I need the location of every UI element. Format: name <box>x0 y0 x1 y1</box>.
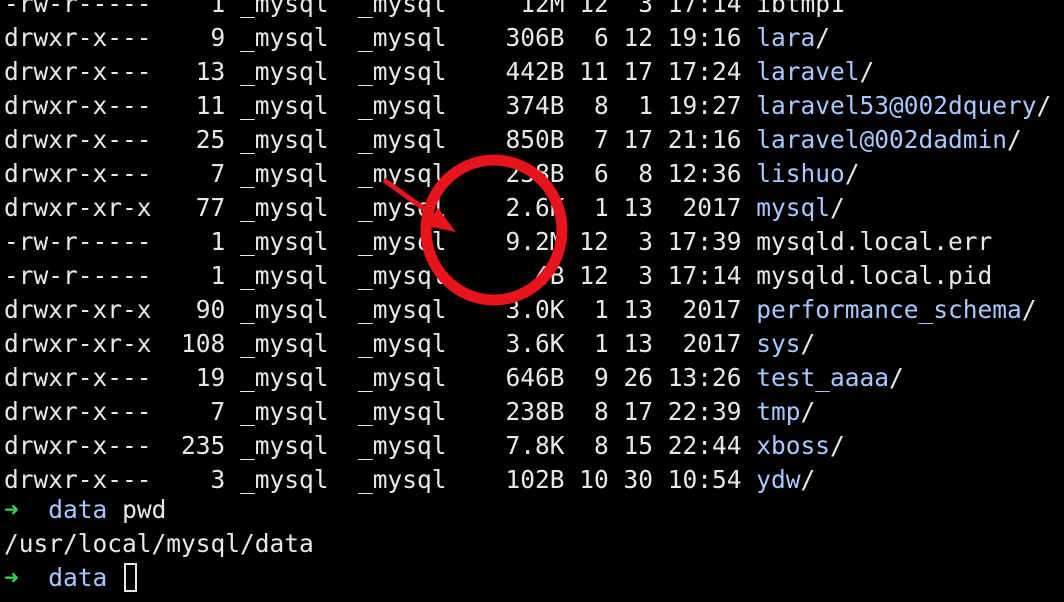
directory-name: mysql <box>756 193 831 222</box>
prompt-cwd: data <box>48 563 108 592</box>
directory-name: tmp <box>756 397 801 426</box>
dir-slash: / <box>1036 91 1052 120</box>
listing-row: drwxr-xr-x 90 _mysql _mysql 3.0K 1 13 20… <box>4 293 1037 327</box>
directory-name: laravel@002dadmin <box>756 125 1008 154</box>
directory-name: laravel53@002dquery <box>756 91 1037 120</box>
file-metadata: drwxr-xr-x 108 _mysql _mysql 3.6K 1 13 2… <box>4 329 757 358</box>
dir-slash: / <box>830 193 845 222</box>
listing-row: drwxr-xr-x 108 _mysql _mysql 3.6K 1 13 2… <box>4 327 815 361</box>
file-name: mysqld.local.err <box>756 227 993 256</box>
file-metadata: drwxr-x--- 3 _mysql _mysql 102B 10 30 10… <box>4 465 757 494</box>
listing-row: drwxr-x--- 3 _mysql _mysql 102B 10 30 10… <box>4 463 815 497</box>
file-metadata: drwxr-x--- 235 _mysql _mysql 7.8K 8 15 2… <box>4 431 757 460</box>
prompt-line-active[interactable]: ➜ data <box>4 561 138 595</box>
terminal-window[interactable]: -rw-r----- 1 _mysql _mysql 12M 12 3 17:1… <box>0 0 1064 602</box>
listing-row: drwxr-xr-x 77 _mysql _mysql 2.6K 1 13 20… <box>4 191 845 225</box>
directory-name: laravel <box>756 57 860 86</box>
dir-slash: / <box>800 397 816 426</box>
file-metadata: drwxr-xr-x 77 _mysql _mysql 2.6K 1 13 20… <box>4 193 757 222</box>
listing-row: drwxr-x--- 9 _mysql _mysql 306B 6 12 19:… <box>4 21 830 55</box>
directory-name: lara <box>756 23 816 52</box>
listing-row: drwxr-x--- 19 _mysql _mysql 646B 9 26 13… <box>4 361 904 395</box>
dir-slash: / <box>1021 295 1037 324</box>
directory-name: xboss <box>756 431 831 460</box>
listing-row: drwxr-x--- 25 _mysql _mysql 850B 7 17 21… <box>4 123 1022 157</box>
listing-row: drwxr-x--- 13 _mysql _mysql 442B 11 17 1… <box>4 55 874 89</box>
file-metadata: -rw-r----- 1 _mysql _mysql 9.2M 12 3 17:… <box>4 227 757 256</box>
file-metadata: drwxr-x--- 19 _mysql _mysql 646B 9 26 13… <box>4 363 757 392</box>
file-metadata: drwxr-x--- 11 _mysql _mysql 374B 8 1 19:… <box>4 91 757 120</box>
listing-row: -rw-r----- 1 _mysql _mysql 9.2M 12 3 17:… <box>4 225 992 259</box>
listing-row: drwxr-x--- 235 _mysql _mysql 7.8K 8 15 2… <box>4 429 845 463</box>
dir-slash: / <box>830 431 845 460</box>
directory-name: sys <box>756 329 801 358</box>
prompt-line-pwd: ➜ data pwd <box>4 493 166 527</box>
directory-name: performance_schema <box>756 295 1022 324</box>
file-name: mysqld.local.pid <box>756 261 993 290</box>
listing-row: -rw-r----- 1 _mysql _mysql 12M 12 3 17:1… <box>4 0 845 21</box>
command-text: pwd <box>122 495 167 524</box>
prompt-cwd: data <box>48 495 108 524</box>
directory-name: test_aaaa <box>756 363 890 392</box>
directory-name: lishuo <box>756 159 845 188</box>
listing-row: drwxr-x--- 7 _mysql _mysql 238B 6 8 12:3… <box>4 157 860 191</box>
listing-row: drwxr-x--- 7 _mysql _mysql 238B 8 17 22:… <box>4 395 815 429</box>
file-metadata: -rw-r----- 1 _mysql _mysql 4B 12 3 17:14 <box>4 261 757 290</box>
listing-row: drwxr-x--- 11 _mysql _mysql 374B 8 1 19:… <box>4 89 1051 123</box>
file-metadata: drwxr-x--- 7 _mysql _mysql 238B 6 8 12:3… <box>4 159 757 188</box>
command-output: /usr/local/mysql/data <box>4 529 314 558</box>
listing-row: -rw-r----- 1 _mysql _mysql 4B 12 3 17:14… <box>4 259 992 293</box>
dir-slash: / <box>800 465 816 494</box>
file-metadata: drwxr-x--- 9 _mysql _mysql 306B 6 12 19:… <box>4 23 757 52</box>
dir-slash: / <box>859 57 875 86</box>
file-metadata: drwxr-x--- 7 _mysql _mysql 238B 8 17 22:… <box>4 397 757 426</box>
file-metadata: -rw-r----- 1 _mysql _mysql 12M 12 3 17:1… <box>4 0 757 18</box>
file-metadata: drwxr-x--- 25 _mysql _mysql 850B 7 17 21… <box>4 125 757 154</box>
directory-name: ydw <box>756 465 801 494</box>
dir-slash: / <box>889 363 904 392</box>
dir-slash: / <box>844 159 860 188</box>
dir-slash: / <box>800 329 816 358</box>
file-metadata: drwxr-x--- 13 _mysql _mysql 442B 11 17 1… <box>4 57 757 86</box>
prompt-arrow-icon: ➜ <box>4 563 19 592</box>
prompt-arrow-icon: ➜ <box>4 495 19 524</box>
file-metadata: drwxr-xr-x 90 _mysql _mysql 3.0K 1 13 20… <box>4 295 757 324</box>
file-name: ibtmp1 <box>756 0 845 18</box>
dir-slash: / <box>1007 125 1022 154</box>
text-cursor <box>124 563 138 592</box>
dir-slash: / <box>815 23 831 52</box>
